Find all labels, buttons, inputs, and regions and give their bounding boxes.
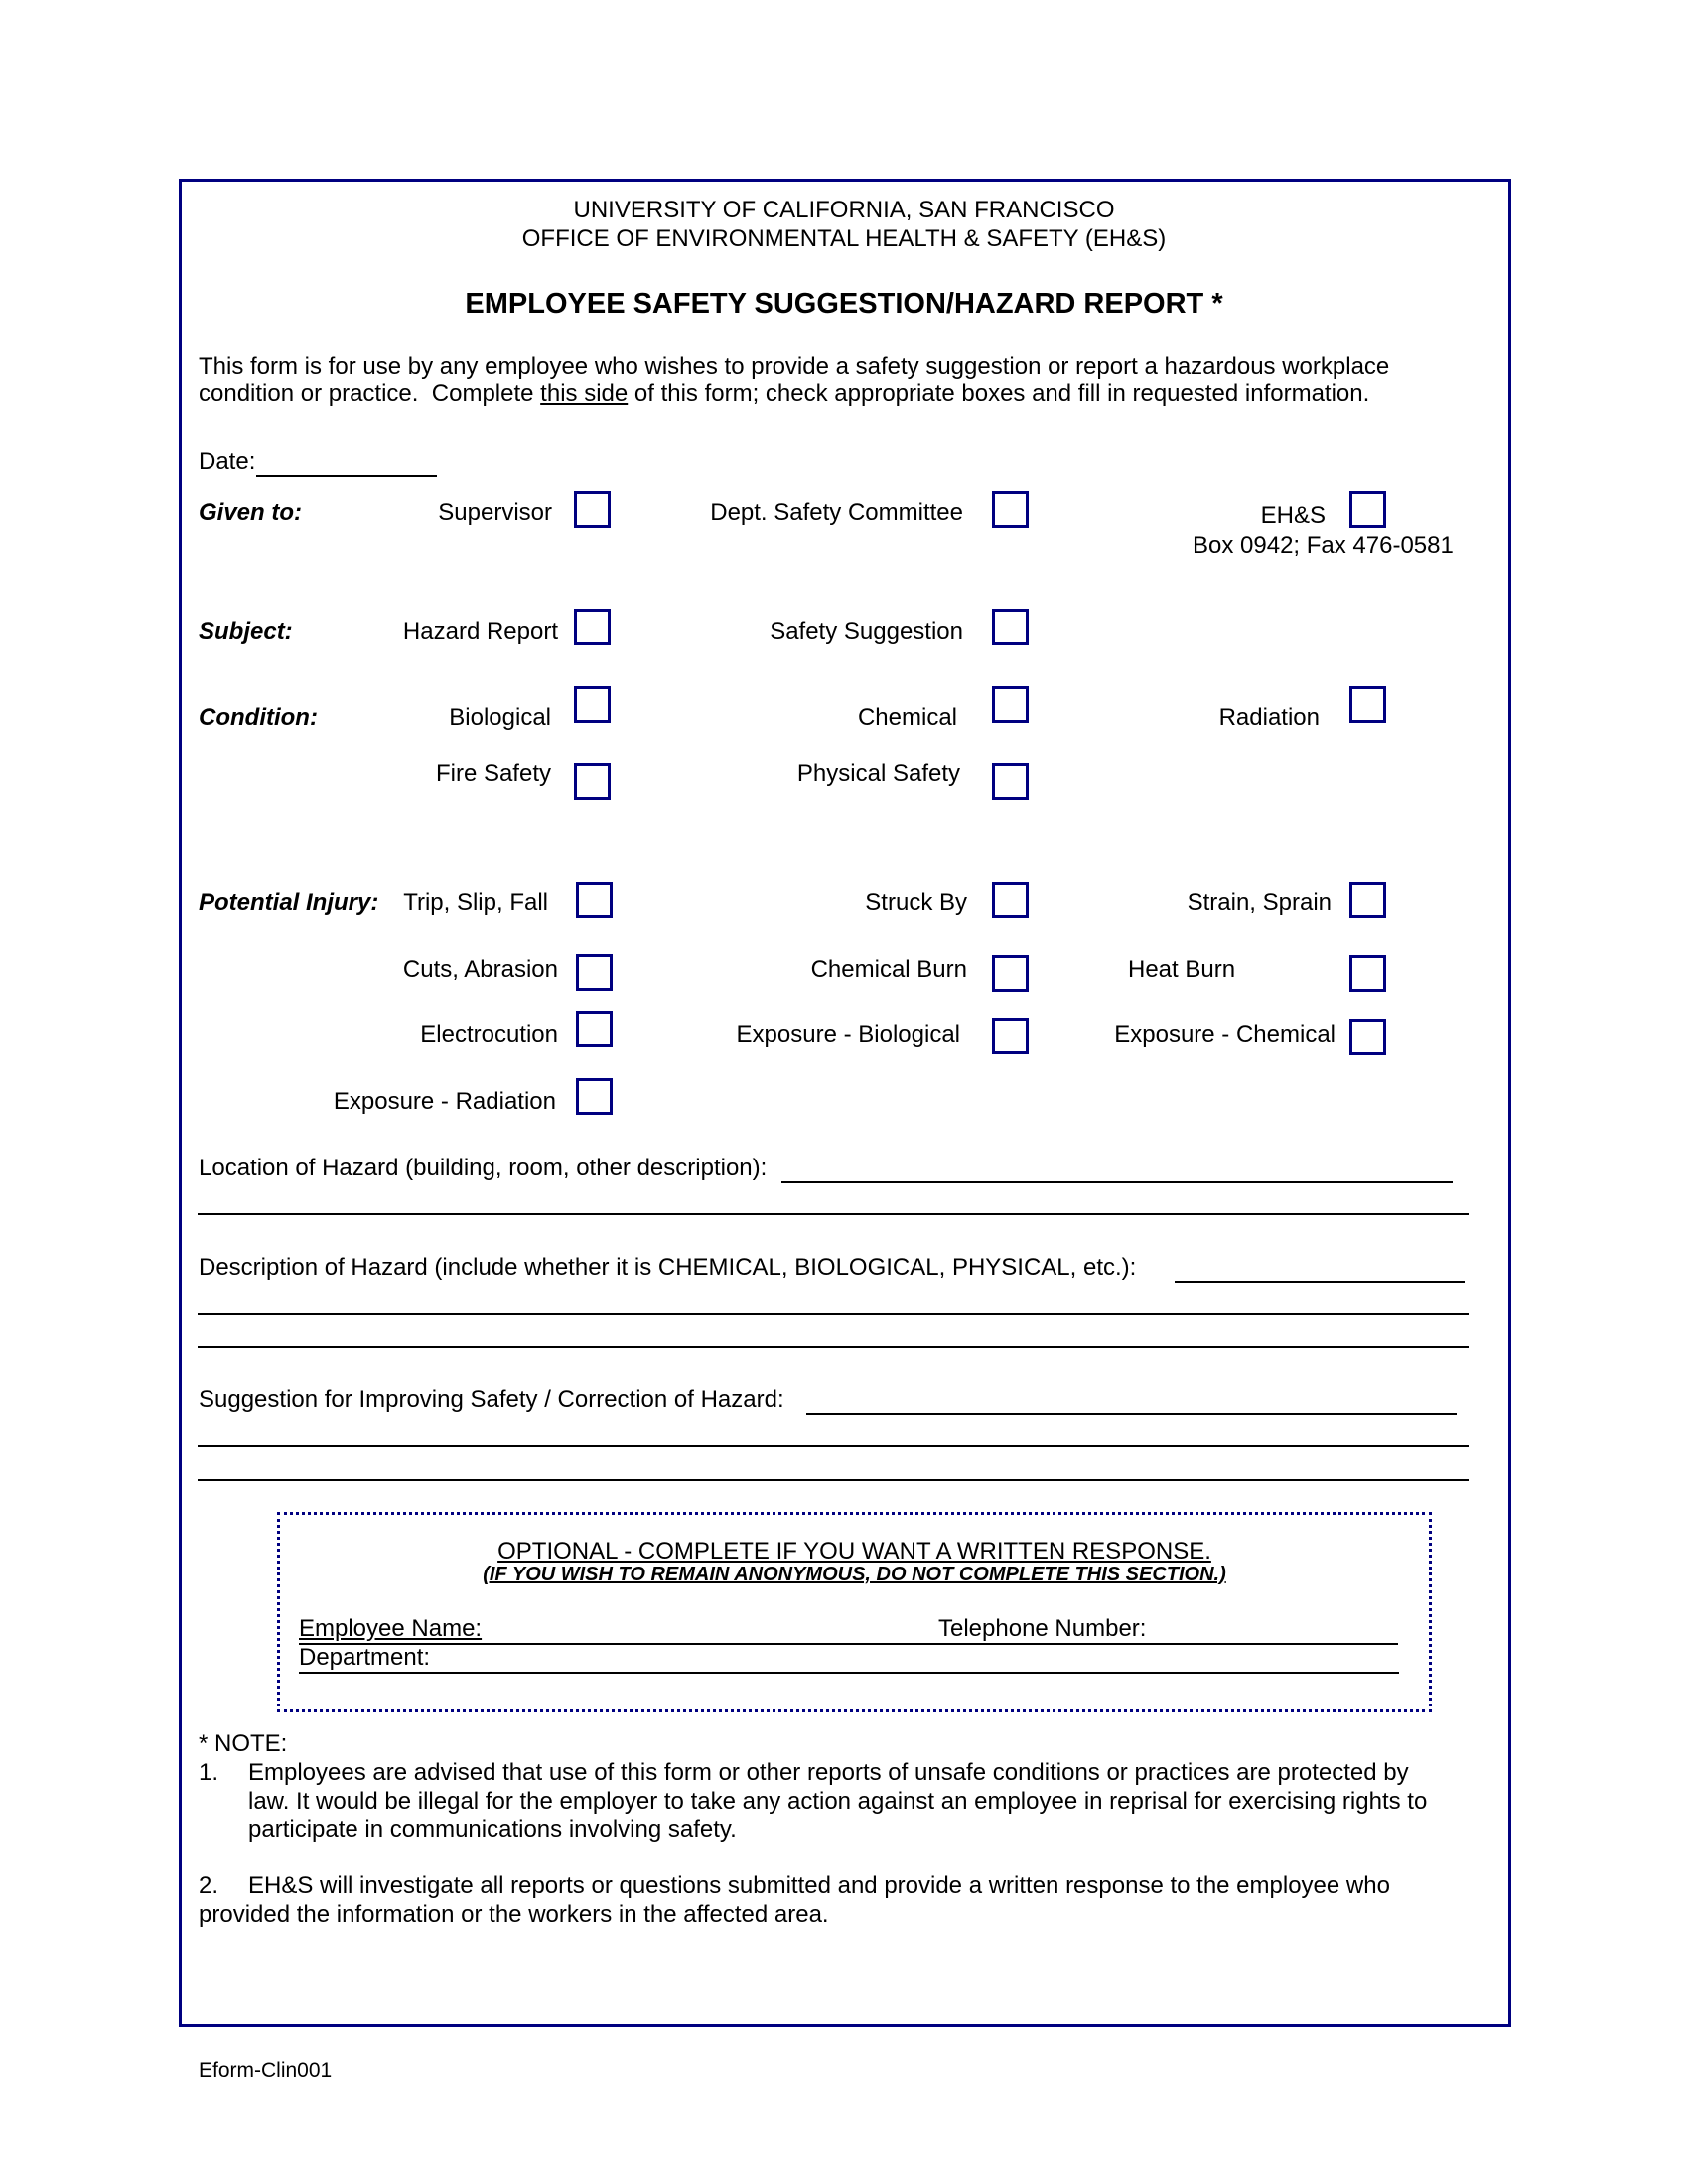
option-label-safety-suggestion: Safety Suggestion [770, 618, 963, 645]
subject-label: Subject: [199, 618, 293, 645]
office-name: OFFICE OF ENVIRONMENTAL HEALTH & SAFETY … [521, 225, 1167, 252]
location-line-2 [198, 1213, 1469, 1215]
option-label-struck-by: Struck By [865, 889, 967, 916]
telephone-label: Telephone Number: [938, 1615, 1147, 1642]
suggestion-label: Suggestion for Improving Safety / Correc… [199, 1386, 784, 1413]
date-label: Date: [199, 448, 256, 475]
ehs-contact: Box 0942; Fax 476-0581 [1193, 532, 1454, 559]
location-label: Location of Hazard (building, room, othe… [199, 1155, 768, 1181]
checkbox-biological[interactable] [574, 686, 611, 723]
option-label-exposure-biological: Exposure - Biological [736, 1022, 960, 1048]
date-underline [256, 475, 437, 477]
checkbox-electrocution[interactable] [576, 1011, 613, 1047]
suggestion-line-3 [198, 1479, 1469, 1481]
checkbox-supervisor[interactable] [574, 491, 611, 528]
intro-text-end: of this form; check appropriate boxes an… [628, 380, 1370, 407]
intro-line-1: This form is for use by any employee who… [199, 353, 1390, 380]
note-2-number: 2. [199, 1872, 219, 1899]
checkbox-radiation[interactable] [1349, 686, 1386, 723]
department-input[interactable] [437, 1644, 1395, 1670]
checkbox-chemical[interactable] [992, 686, 1029, 723]
note-1-line-2: law. It would be illegal for the employe… [248, 1788, 1428, 1815]
option-label-chemical: Chemical [857, 704, 957, 731]
option-label-strain-sprain: Strain, Sprain [1187, 889, 1332, 916]
institution-name: UNIVERSITY OF CALIFORNIA, SAN FRANCISCO [573, 197, 1115, 223]
form-title: EMPLOYEE SAFETY SUGGESTION/HAZARD REPORT… [465, 288, 1223, 320]
description-line-2 [198, 1313, 1469, 1315]
checkbox-exposure-biological[interactable] [992, 1018, 1029, 1054]
checkbox-safety-suggestion[interactable] [992, 609, 1029, 645]
intro-emphasis: this side [540, 380, 629, 407]
checkbox-exposure-radiation[interactable] [576, 1078, 613, 1115]
note-1-line-1: Employees are advised that use of this f… [248, 1759, 1409, 1786]
checkbox-ehs[interactable] [1349, 491, 1386, 528]
checkbox-strain-sprain[interactable] [1349, 882, 1386, 918]
telephone-input[interactable] [1162, 1615, 1395, 1641]
option-label-cuts-abrasion: Cuts, Abrasion [402, 956, 558, 983]
option-label-exposure-radiation: Exposure - Radiation [333, 1088, 556, 1115]
note-2-line-1: EH&S will investigate all reports or que… [248, 1872, 1390, 1899]
option-label-electrocution: Electrocution [420, 1022, 558, 1048]
date-input[interactable] [260, 447, 435, 473]
option-label-fire-safety: Fire Safety [435, 760, 551, 787]
checkbox-struck-by[interactable] [992, 882, 1029, 918]
option-label-heat-burn: Heat Burn [1128, 956, 1236, 983]
suggestion-line-2 [198, 1445, 1469, 1447]
suggestion-underline [806, 1413, 1457, 1415]
option-label-supervisor: Supervisor [438, 499, 552, 526]
description-line-3 [198, 1346, 1469, 1348]
option-label-trip-slip-fall: Trip, Slip, Fall [403, 889, 548, 916]
checkbox-hazard-report[interactable] [574, 609, 611, 645]
option-label-exposure-chemical: Exposure - Chemical [1114, 1022, 1336, 1048]
note-2-line-2: provided the information or the workers … [199, 1901, 829, 1928]
given-to-label: Given to: [199, 499, 303, 526]
optional-subheading: (IF YOU WISH TO REMAIN ANONYMOUS, DO NOT… [483, 1564, 1226, 1585]
checkbox-heat-burn[interactable] [1349, 955, 1386, 992]
optional-heading: OPTIONAL - COMPLETE IF YOU WANT A WRITTE… [497, 1538, 1211, 1565]
description-input[interactable] [1180, 1253, 1463, 1279]
option-label-biological: Biological [449, 704, 551, 731]
checkbox-trip-slip-fall[interactable] [576, 882, 613, 918]
intro-line-2: condition or practice. Complete this sid… [199, 380, 1369, 408]
suggestion-input[interactable] [811, 1385, 1455, 1411]
description-underline [1175, 1281, 1465, 1283]
note-1-number: 1. [199, 1759, 219, 1786]
option-label-chemical-burn: Chemical Burn [810, 956, 967, 983]
checkbox-fire-safety[interactable] [574, 763, 611, 800]
location-underline [781, 1181, 1453, 1183]
form-id: Eform-Clin001 [199, 2059, 333, 2082]
option-label-ehs: EH&S [1260, 502, 1326, 529]
option-label-physical-safety: Physical Safety [796, 760, 960, 787]
intro-text: condition or practice. Complete [199, 380, 541, 407]
description-label: Description of Hazard (include whether i… [199, 1254, 1137, 1281]
note-1-line-3: participate in communications involving … [248, 1816, 737, 1843]
employee-name-input[interactable] [492, 1615, 928, 1641]
checkbox-physical-safety[interactable] [992, 763, 1029, 800]
employee-name-label: Employee Name: [299, 1615, 483, 1642]
checkbox-dept-safety-committee[interactable] [992, 491, 1029, 528]
option-label-hazard-report: Hazard Report [402, 618, 558, 645]
checkbox-cuts-abrasion[interactable] [576, 954, 613, 991]
location-input[interactable] [786, 1154, 1452, 1179]
option-label-dept-safety-committee: Dept. Safety Committee [710, 499, 963, 526]
department-underline [299, 1672, 1399, 1674]
option-label-radiation: Radiation [1218, 704, 1320, 731]
checkbox-exposure-chemical[interactable] [1349, 1019, 1386, 1055]
checkbox-chemical-burn[interactable] [992, 955, 1029, 992]
note-heading: * NOTE: [199, 1730, 288, 1757]
department-label: Department: [299, 1644, 431, 1671]
potential-injury-label: Potential Injury: [199, 889, 379, 916]
